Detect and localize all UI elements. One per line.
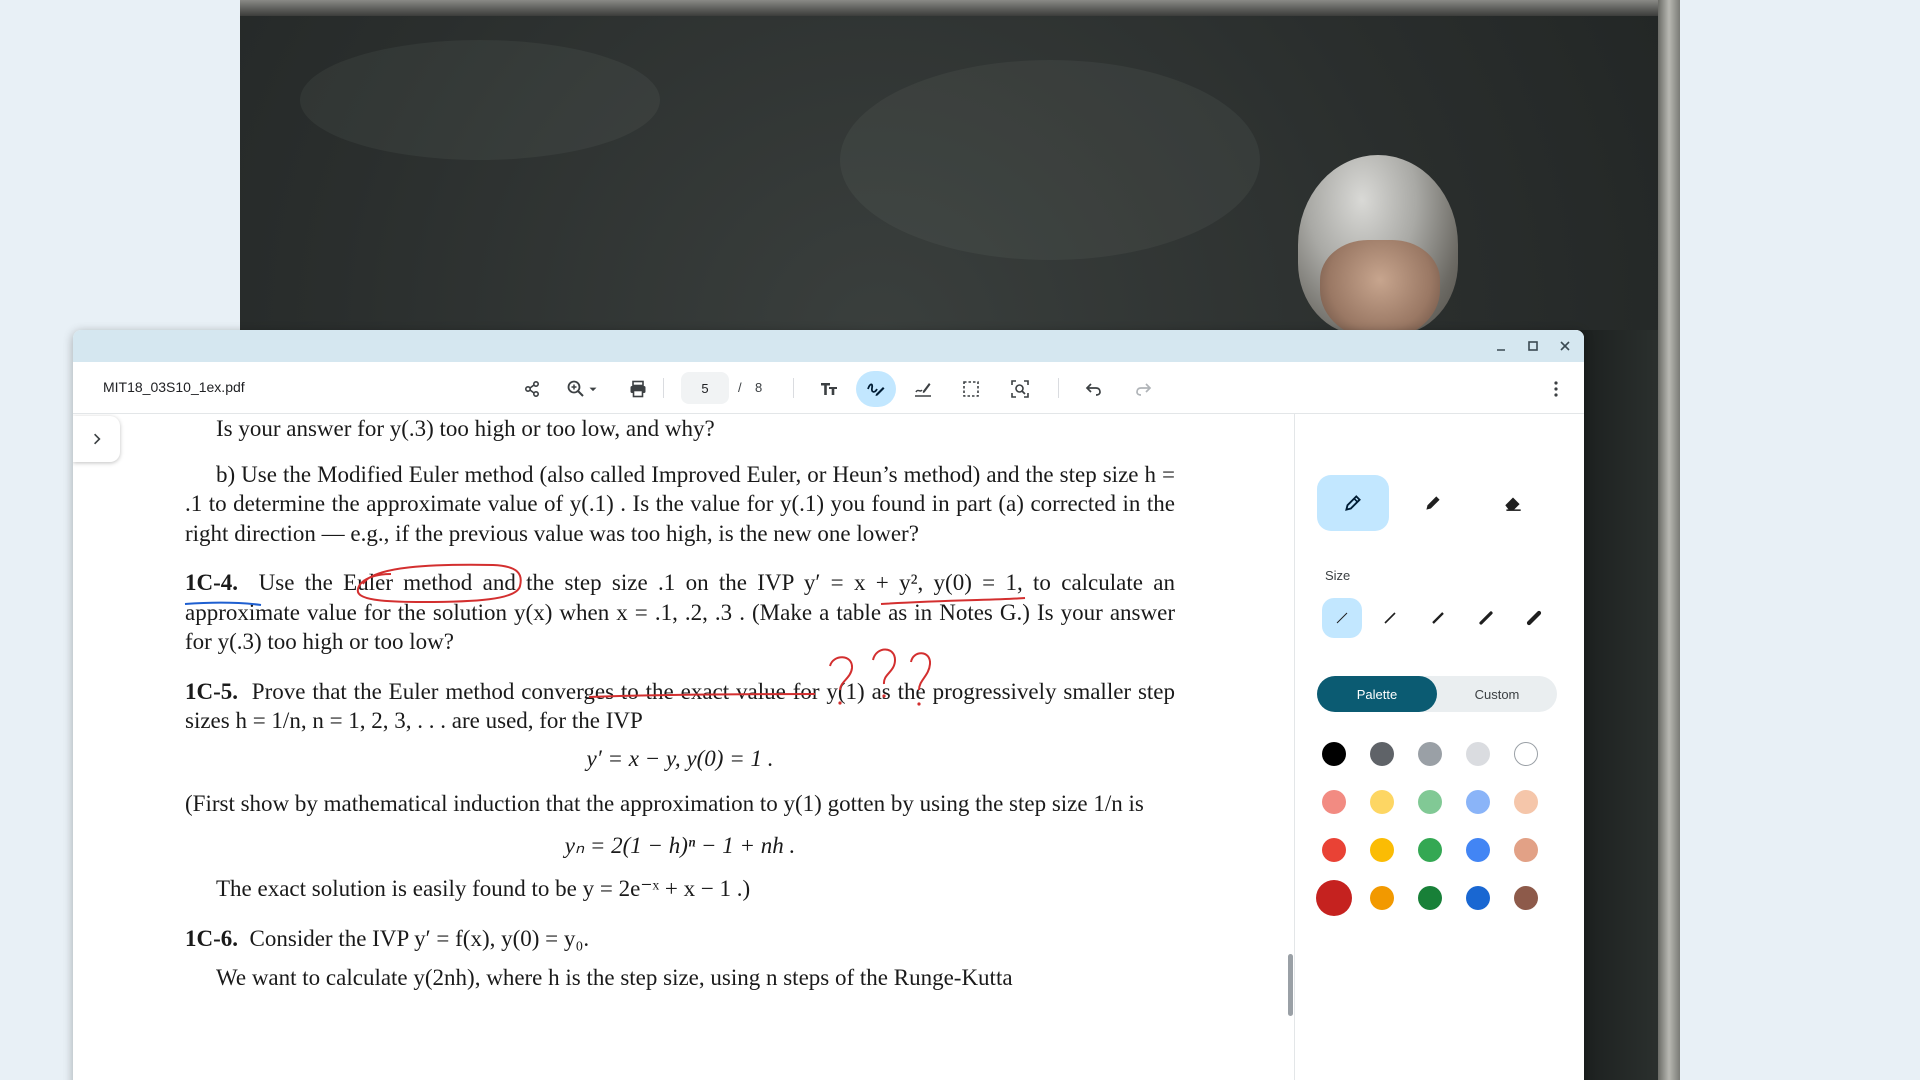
scrollbar[interactable] (1288, 954, 1293, 1016)
stroke-size-icon (1384, 612, 1396, 624)
print-icon[interactable] (620, 371, 656, 407)
size-option-2[interactable] (1370, 598, 1410, 638)
annotation-panel: Size Palette Custom (1294, 414, 1584, 1080)
minimize-icon[interactable] (1488, 333, 1514, 359)
highlighter-tool[interactable] (1397, 475, 1469, 531)
screenshot-search-icon[interactable] (1002, 371, 1038, 407)
color-swatch[interactable] (1370, 886, 1394, 910)
color-mode-toggle: Palette Custom (1317, 676, 1557, 712)
signature-icon[interactable] (905, 371, 941, 407)
color-swatch[interactable] (1418, 790, 1442, 814)
part-b-paragraph: b) Use the Modified Euler method (also c… (185, 461, 1175, 546)
palette-tab[interactable]: Palette (1317, 676, 1437, 712)
pdf-viewer-window: MIT18_03S10_1ex.pdf / 8 (73, 330, 1584, 1080)
chalk-smudge (300, 40, 660, 160)
pdf-page: Is your answer for y(.3) too high or too… (185, 414, 1175, 993)
maximize-icon[interactable] (1520, 333, 1546, 359)
problem-text: Prove that the Euler method converges to… (185, 678, 1175, 734)
page-separator: / (738, 380, 742, 395)
chalkboard-rail (240, 0, 1680, 16)
zoom-button[interactable] (559, 371, 607, 407)
color-swatch[interactable] (1370, 790, 1394, 814)
problem-1c5: 1C-5. Prove that the Euler method conver… (185, 677, 1175, 736)
chevron-right-icon (93, 433, 101, 445)
more-icon[interactable] (1541, 371, 1571, 407)
color-swatch[interactable] (1322, 790, 1346, 814)
pen-icon (1345, 495, 1361, 511)
lecturer-face (1320, 240, 1440, 340)
close-icon[interactable] (1552, 333, 1578, 359)
color-swatch[interactable] (1466, 886, 1490, 910)
eraser-tool[interactable] (1477, 475, 1549, 531)
color-swatch[interactable] (1322, 838, 1346, 862)
color-swatch[interactable] (1370, 742, 1394, 766)
zoom-icon (567, 380, 584, 397)
title-bar (73, 330, 1584, 362)
total-pages: 8 (755, 380, 763, 395)
size-option-4[interactable] (1466, 598, 1506, 638)
size-option-3[interactable] (1418, 598, 1458, 638)
highlighter-icon (1426, 496, 1440, 510)
color-swatch[interactable] (1514, 790, 1538, 814)
share-icon[interactable] (514, 371, 550, 407)
continuation-line: We want to calculate y(2nh), where h is … (216, 965, 1013, 990)
color-swatch[interactable] (1466, 838, 1490, 862)
toolbar: MIT18_03S10_1ex.pdf / 8 (73, 362, 1584, 414)
sidebar-toggle-button[interactable] (73, 416, 120, 462)
equation: yₙ = 2(1 − h)ⁿ − 1 + nh . (564, 832, 796, 858)
page-number-input[interactable] (681, 372, 729, 404)
annotate-icon[interactable] (856, 371, 896, 407)
problem-label: 1C-6. (185, 925, 239, 951)
board-frame (1658, 0, 1680, 1080)
color-swatch[interactable] (1514, 886, 1538, 910)
color-swatch[interactable] (1466, 742, 1490, 766)
equation: y′ = x − y, y(0) = 1 . (586, 745, 774, 771)
stroke-size-icon (1526, 610, 1542, 626)
question-line: Is your answer for y(.3) too high or too… (216, 416, 715, 441)
document-area[interactable]: Is your answer for y(.3) too high or too… (73, 414, 1294, 1080)
undo-icon[interactable] (1076, 371, 1112, 407)
chevron-down-icon (589, 387, 597, 392)
color-swatch[interactable] (1370, 838, 1394, 862)
size-option-5[interactable] (1514, 598, 1554, 638)
problem-text: Use the Euler method and the step size .… (185, 570, 1175, 654)
file-name: MIT18_03S10_1ex.pdf (103, 379, 245, 395)
problem-label: 1C-5. (185, 678, 239, 704)
redo-icon[interactable] (1125, 371, 1161, 407)
color-swatch[interactable] (1418, 742, 1442, 766)
color-swatch[interactable] (1514, 838, 1538, 862)
text-icon[interactable] (811, 371, 847, 407)
stroke-size-icon (1336, 612, 1348, 624)
pen-tool[interactable] (1317, 475, 1389, 531)
stroke-size-icon (1479, 611, 1493, 625)
size-label: Size (1325, 568, 1351, 583)
chalk-smudge (840, 60, 1260, 260)
problem-label: 1C-4. (185, 570, 239, 595)
size-option-1[interactable] (1322, 598, 1362, 638)
exact-solution-line: The exact solution is easily found to be… (216, 876, 751, 901)
select-area-icon[interactable] (953, 371, 989, 407)
chalkboard-panel (1580, 330, 1660, 1080)
problem-text: Consider the IVP y′ = f(x), y(0) = y₀. (249, 925, 590, 951)
problem-1c6: 1C-6. Consider the IVP y′ = f(x), y(0) =… (185, 924, 1175, 954)
color-swatch[interactable] (1466, 790, 1490, 814)
problem-1c4: 1C-4. Use the Euler method and the step … (185, 568, 1175, 657)
custom-tab[interactable]: Custom (1437, 676, 1557, 712)
induction-paragraph: (First show by mathematical induction th… (185, 791, 1144, 816)
stroke-size-icon (1432, 612, 1444, 624)
color-swatch[interactable] (1316, 880, 1352, 916)
color-swatch[interactable] (1322, 742, 1346, 766)
eraser-icon (1505, 497, 1521, 511)
color-swatch[interactable] (1418, 886, 1442, 910)
color-swatch[interactable] (1418, 838, 1442, 862)
color-swatch[interactable] (1514, 742, 1538, 766)
